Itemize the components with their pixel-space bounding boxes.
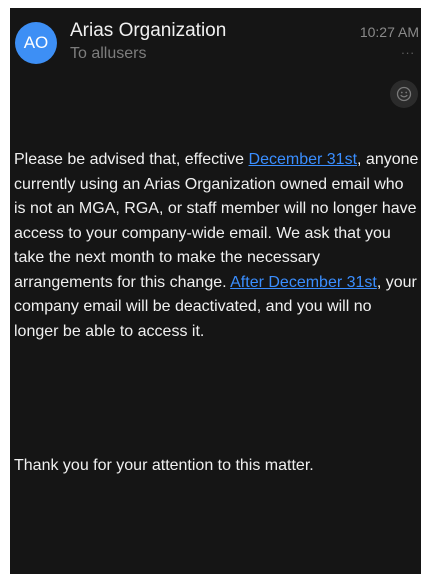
sender-avatar[interactable]: AO [15, 22, 57, 64]
recipients-line[interactable]: To allusers [70, 45, 146, 63]
message-time: 10:27 AM [359, 24, 419, 40]
message-body: Please be advised that, effective Decemb… [14, 148, 419, 344]
date-link-after-december-31st[interactable]: After December 31st [230, 274, 377, 291]
more-options-icon[interactable]: ... [401, 42, 415, 57]
message-closing: Thank you for your attention to this mat… [14, 457, 314, 474]
paragraph-text-middle: , anyone currently using an Arias Organi… [14, 151, 419, 291]
sender-name[interactable]: Arias Organization [70, 20, 226, 42]
smiley-face-icon [396, 86, 412, 102]
paragraph-text-start: Please be advised that, effective [14, 151, 249, 168]
message-paragraph: Please be advised that, effective Decemb… [14, 148, 419, 344]
email-message-view: AO Arias Organization To allusers 10:27 … [10, 8, 421, 574]
date-link-december-31st[interactable]: December 31st [249, 151, 358, 168]
add-reaction-button[interactable] [390, 80, 418, 108]
